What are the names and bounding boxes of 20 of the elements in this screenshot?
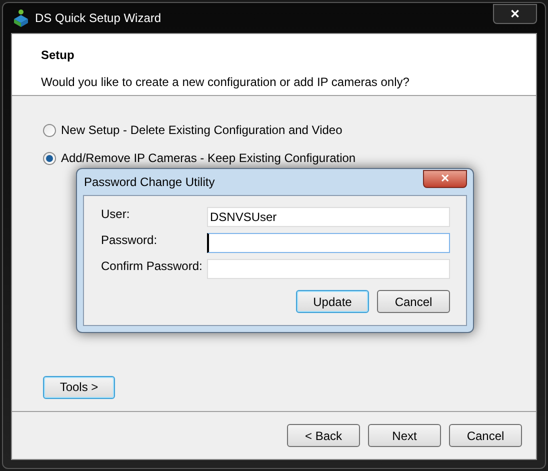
app-logo-icon — [13, 9, 29, 27]
radio-option[interactable]: New Setup - Delete Existing Configuration and Video — [43, 121, 342, 139]
dialog-button[interactable]: Cancel — [377, 290, 450, 313]
input-field[interactable] — [207, 259, 450, 279]
tools-button[interactable]: Tools > — [43, 376, 115, 398]
header-title: Setup — [41, 47, 76, 64]
radio-option[interactable]: Add/Remove IP Cameras - Keep Existing Configuration — [43, 149, 356, 167]
footer-button[interactable]: < Back — [287, 424, 360, 447]
close-button[interactable]: ✕ — [493, 4, 537, 24]
field-label: User: — [101, 206, 131, 223]
dialog-title: Password Change Utility — [83, 174, 215, 191]
window-title: DS Quick Setup Wizard — [35, 10, 162, 27]
dialog-button[interactable]: Update — [296, 290, 369, 313]
footer-button[interactable]: Cancel — [449, 424, 522, 447]
field-label: Password: — [101, 232, 158, 249]
field-label: Confirm Password: — [101, 258, 204, 275]
input-field[interactable]: DSNVSUser — [207, 207, 450, 227]
input-field[interactable] — [207, 233, 450, 253]
header-subtitle: Would you like to create a new configuration or add IP cameras only? — [41, 74, 410, 91]
footer-button[interactable]: Next — [368, 424, 441, 447]
